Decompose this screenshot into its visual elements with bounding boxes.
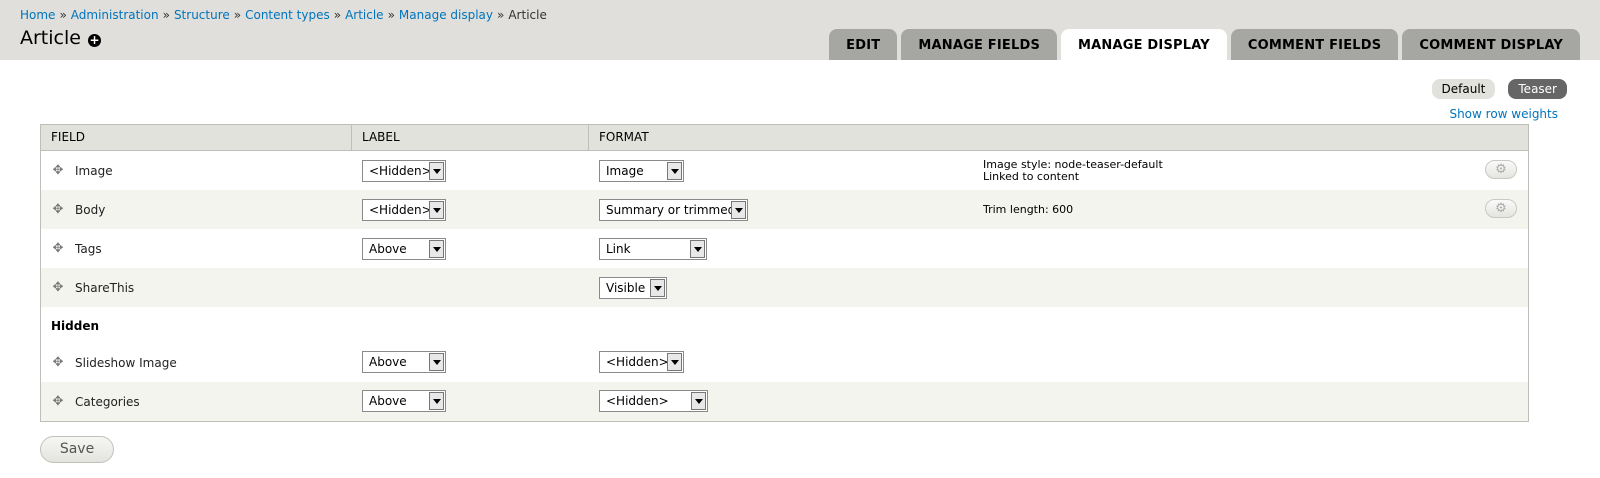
drag-handle-icon[interactable]: ✥ (51, 356, 65, 370)
field-name: Body (75, 203, 106, 217)
label-select-value: Above (369, 242, 407, 256)
breadcrumb-separator: » (333, 8, 342, 22)
tab-manage-fields[interactable]: MANAGE FIELDS (901, 29, 1058, 60)
format-select-value: Visible (606, 281, 646, 295)
drag-handle-icon[interactable]: ✥ (51, 164, 65, 178)
chevron-down-icon (429, 353, 444, 371)
chevron-down-icon (691, 392, 706, 410)
breadcrumb-separator: » (497, 8, 505, 22)
view-mode-default[interactable]: Default (1431, 79, 1496, 99)
label-select-value: Above (369, 355, 407, 369)
label-select[interactable]: Above (362, 351, 446, 373)
breadcrumb-current: Article (508, 8, 547, 22)
format-select[interactable]: Image (599, 160, 684, 182)
chevron-down-icon (690, 240, 705, 258)
view-mode-tabs: Default Teaser (1431, 79, 1567, 99)
drag-handle-icon[interactable]: ✥ (51, 203, 65, 217)
view-mode-teaser[interactable]: Teaser (1508, 79, 1567, 99)
format-summary: Trim length: 600 (983, 204, 1073, 216)
label-select[interactable]: <Hidden> (362, 160, 446, 182)
format-select[interactable]: Visible (599, 277, 667, 299)
label-select[interactable]: Above (362, 390, 446, 412)
format-summary-line: Trim length: 600 (983, 203, 1074, 216)
format-select[interactable]: <Hidden> (599, 390, 708, 412)
tab-manage-display[interactable]: MANAGE DISPLAY (1061, 29, 1227, 60)
format-select[interactable]: <Hidden> (599, 351, 684, 373)
chevron-down-icon (429, 392, 444, 410)
chevron-down-icon (429, 240, 444, 258)
breadcrumb-separator: » (162, 8, 170, 22)
format-summary-line: Linked to content (983, 170, 1080, 183)
chevron-down-icon (429, 201, 444, 219)
table-row: ✥ Body <Hidden> Summary or trimmed Trim … (41, 190, 1528, 229)
page-header: Home» Administration» Structure» Content ty… (0, 0, 1600, 60)
chevron-down-icon (667, 353, 682, 371)
drag-handle-icon[interactable]: ✥ (51, 242, 65, 256)
tab-comment-display[interactable]: COMMENT DISPLAY (1402, 29, 1580, 60)
breadcrumb-manage-display[interactable]: Manage display (399, 8, 493, 22)
format-select-value: Image (606, 164, 644, 178)
show-row-weights-link[interactable]: Show row weights (1449, 107, 1558, 121)
breadcrumb-separator: » (233, 8, 242, 22)
breadcrumb-separator: » (387, 8, 395, 22)
breadcrumb-content-types[interactable]: Content types (245, 8, 330, 22)
label-select-value: <Hidden> (369, 203, 432, 217)
chevron-down-icon (731, 201, 746, 219)
breadcrumb-article[interactable]: Article (345, 8, 384, 22)
field-name: Slideshow Image (75, 356, 177, 370)
format-select-value: Summary or trimmed (606, 203, 736, 217)
field-name: Image (75, 164, 113, 178)
page-title: Article (20, 27, 81, 49)
table-row: ✥ Slideshow Image Above <Hidden> (41, 343, 1528, 382)
field-name: Categories (75, 395, 140, 409)
save-button[interactable]: Save (40, 436, 114, 463)
tab-comment-fields[interactable]: COMMENT FIELDS (1230, 29, 1399, 60)
chevron-down-icon (429, 162, 444, 180)
breadcrumb-separator: » (59, 8, 67, 22)
primary-tabs: EDIT MANAGE FIELDS MANAGE DISPLAY COMMEN… (829, 29, 1580, 60)
table-header: FIELD LABEL FORMAT (41, 125, 1528, 151)
column-header-field: FIELD (41, 125, 352, 150)
drag-handle-icon[interactable]: ✥ (51, 395, 65, 409)
field-display-table: FIELD LABEL FORMAT ✥ Image <Hidden> Imag… (40, 124, 1529, 422)
breadcrumb: Home» Administration» Structure» Content ty… (20, 8, 547, 22)
field-name: ShareThis (75, 281, 135, 295)
drag-handle-icon[interactable]: ✥ (51, 281, 65, 295)
format-select[interactable]: Link (599, 238, 707, 260)
table-row: ✥ Tags Above Link (41, 229, 1528, 268)
breadcrumb-administration[interactable]: Administration (71, 8, 159, 22)
gear-icon[interactable]: ⚙ (1485, 199, 1517, 218)
label-select-value: Above (369, 394, 407, 408)
format-summary: Image style: node-teaser-default Linked … (983, 159, 1163, 183)
gear-icon[interactable]: ⚙ (1485, 160, 1517, 179)
label-select-value: <Hidden> (369, 164, 432, 178)
region-title-hidden: Hidden (51, 319, 100, 333)
column-header-format: FORMAT (599, 130, 649, 144)
add-shortcut-icon[interactable]: + (88, 34, 101, 47)
label-select[interactable]: Above (362, 238, 446, 260)
label-select[interactable]: <Hidden> (362, 199, 446, 221)
column-header-label: LABEL (352, 125, 589, 150)
chevron-down-icon (667, 162, 682, 180)
chevron-down-icon (650, 279, 665, 297)
format-select-value: <Hidden> (606, 355, 669, 369)
field-name: Tags (75, 242, 102, 256)
table-row: ✥ Categories Above <Hidden> (41, 382, 1528, 421)
region-title-row: Hidden (41, 307, 1528, 343)
table-row: ✥ ShareThis Visible (41, 268, 1528, 307)
format-select-value: <Hidden> (606, 394, 669, 408)
breadcrumb-home[interactable]: Home (20, 8, 55, 22)
tab-edit[interactable]: EDIT (829, 29, 898, 60)
format-select[interactable]: Summary or trimmed (599, 199, 748, 221)
table-row: ✥ Image <Hidden> Image Image style: node… (41, 151, 1528, 190)
format-select-value: Link (606, 242, 631, 256)
breadcrumb-structure[interactable]: Structure (174, 8, 230, 22)
